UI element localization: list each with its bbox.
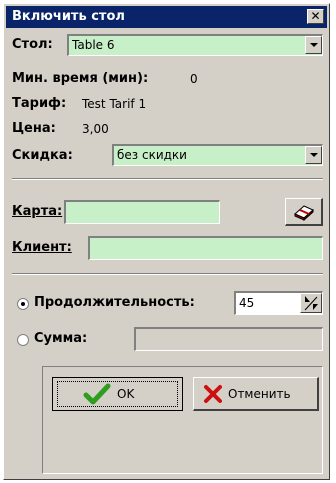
spin-button[interactable] — [300, 293, 322, 313]
table-label: Стол: — [12, 37, 53, 52]
tariff-label: Тариф: — [12, 96, 67, 111]
enable-table-dialog: Включить стол ✕ Стол: Table 6 Мин. время… — [3, 3, 330, 480]
chevron-down-icon — [310, 43, 318, 47]
price-label: Цена: — [12, 121, 56, 136]
cancel-button[interactable]: Отменить — [193, 377, 319, 411]
eraser-icon — [294, 205, 314, 221]
card-input[interactable] — [64, 200, 220, 224]
discount-dropdown-button[interactable] — [305, 146, 322, 164]
chevron-down-icon — [310, 153, 318, 157]
table-select[interactable]: Table 6 — [67, 34, 323, 56]
sum-radio[interactable] — [17, 334, 29, 346]
ok-label: OK — [117, 387, 135, 401]
spin-arrows-icon — [304, 296, 318, 311]
discount-select[interactable]: без скидки — [112, 144, 323, 166]
dialog-title: Включить стол — [12, 9, 125, 24]
table-select-value: Table 6 — [72, 38, 115, 52]
duration-label: Продолжительность: — [34, 295, 195, 310]
close-icon: ✕ — [310, 9, 321, 23]
duration-radio[interactable] — [17, 298, 29, 310]
ok-button[interactable]: OK — [52, 377, 183, 411]
discount-select-value: без скидки — [117, 148, 187, 162]
duration-spinner[interactable]: 45 — [234, 291, 323, 315]
discount-label: Скидка: — [12, 148, 73, 163]
radio-selected-dot — [21, 302, 25, 306]
title-bar[interactable]: Включить стол ✕ — [6, 6, 327, 28]
tariff-value: Test Tarif 1 — [82, 97, 147, 111]
sum-label: Сумма: — [34, 331, 88, 346]
close-button[interactable]: ✕ — [307, 9, 324, 24]
client-label: Клиент: — [12, 240, 72, 255]
separator — [12, 178, 323, 180]
cross-icon — [204, 385, 222, 403]
checkmark-icon — [83, 383, 111, 405]
separator — [12, 273, 323, 275]
card-reader-button[interactable] — [285, 198, 323, 226]
client-input[interactable] — [88, 236, 323, 260]
price-value: 3,00 — [82, 122, 109, 136]
cancel-label: Отменить — [228, 387, 291, 401]
card-label: Карта: — [12, 204, 63, 219]
duration-value: 45 — [239, 296, 255, 310]
min-time-label: Мин. время (мин): — [12, 71, 149, 86]
sum-input[interactable] — [134, 327, 323, 351]
table-dropdown-button[interactable] — [305, 36, 322, 54]
min-time-value: 0 — [190, 72, 198, 86]
